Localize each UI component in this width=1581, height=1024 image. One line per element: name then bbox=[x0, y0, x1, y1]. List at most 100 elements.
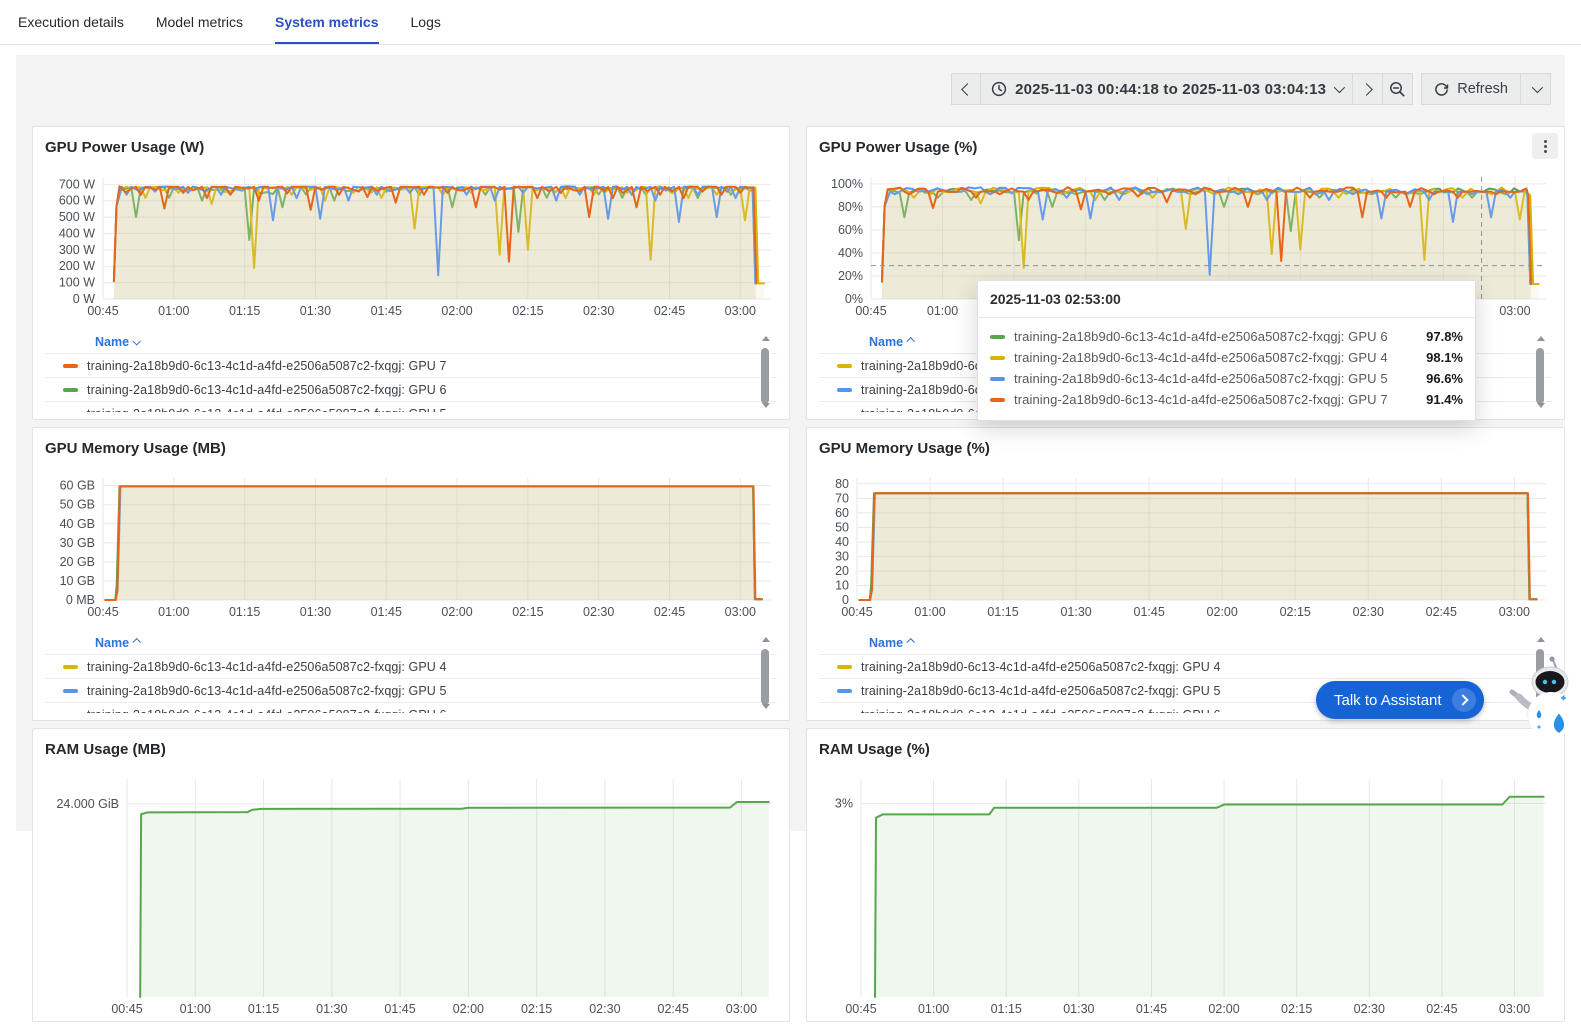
series-color-chip bbox=[837, 713, 852, 714]
kebab-menu-icon[interactable] bbox=[1532, 133, 1558, 159]
legend-row[interactable]: training-2a18b9d0-6c13-4c1d-a4fd-e2506a5… bbox=[45, 377, 777, 401]
series-color-chip bbox=[990, 335, 1005, 339]
legend-row[interactable]: training-2a18b9d0-6c13-4c1d-a4fd-e2506a5… bbox=[819, 654, 1552, 678]
tab-execution-details[interactable]: Execution details bbox=[18, 0, 124, 44]
sort-caret-icon bbox=[907, 638, 915, 646]
y-axis-tick-label: 80% bbox=[838, 200, 863, 214]
panel-title[interactable]: GPU Power Usage (W) bbox=[45, 137, 777, 159]
tooltip-series-value: 91.4% bbox=[1426, 392, 1463, 407]
x-axis-tick-label: 03:00 bbox=[725, 605, 756, 619]
series-color-chip bbox=[837, 412, 852, 413]
panel-title[interactable]: RAM Usage (MB) bbox=[45, 739, 777, 761]
sort-caret-icon bbox=[133, 638, 141, 646]
x-axis-tick-label: 02:00 bbox=[1208, 1002, 1239, 1016]
talk-to-assistant-button[interactable]: Talk to Assistant bbox=[1316, 681, 1484, 719]
tooltip-series-label: training-2a18b9d0-6c13-4c1d-a4fd-e2506a5… bbox=[1014, 329, 1388, 344]
zoom-out-icon bbox=[1389, 81, 1406, 98]
legend-row[interactable]: training-2a18b9d0-6c13-4c1d-a4fd-e2506a5… bbox=[45, 678, 777, 702]
tab-model-metrics[interactable]: Model metrics bbox=[156, 0, 243, 44]
legend-scrollbar[interactable] bbox=[760, 635, 771, 711]
series-color-chip bbox=[990, 356, 1005, 360]
time-shift-back-button[interactable] bbox=[951, 73, 981, 105]
legend-row[interactable]: training-2a18b9d0-6c13-4c1d-a4fd-e2506a5… bbox=[45, 353, 777, 377]
assistant-label: Talk to Assistant bbox=[1334, 692, 1442, 709]
legend-scrollbar[interactable] bbox=[760, 334, 771, 410]
legend-label: training-2a18b9d0-6c13-4c1d-a4fd-e2506a5… bbox=[861, 660, 1221, 674]
legend-scrollbar[interactable] bbox=[1535, 334, 1546, 410]
panel-title[interactable]: GPU Power Usage (%) bbox=[819, 137, 1552, 159]
x-axis-tick-label: 01:15 bbox=[229, 605, 260, 619]
chart-plot[interactable]: 24.000 GiB00:4501:0001:1501:3001:4502:00… bbox=[45, 773, 779, 1019]
y-axis-tick-label: 30 bbox=[835, 549, 849, 563]
scroll-up-icon[interactable] bbox=[1537, 336, 1545, 341]
tooltip-row: training-2a18b9d0-6c13-4c1d-a4fd-e2506a5… bbox=[990, 326, 1463, 347]
y-axis-tick-label: 40% bbox=[838, 246, 863, 260]
panel-title[interactable]: GPU Memory Usage (MB) bbox=[45, 438, 777, 460]
scroll-down-icon[interactable] bbox=[762, 403, 770, 408]
chart-plot[interactable]: 3%00:4501:0001:1501:3001:4502:0002:1502:… bbox=[819, 773, 1554, 1019]
zoom-out-time-button[interactable] bbox=[1383, 73, 1413, 105]
x-axis-tick-label: 00:45 bbox=[87, 304, 118, 318]
x-axis-tick-label: 03:00 bbox=[726, 1002, 757, 1016]
y-axis-tick-label: 20% bbox=[838, 269, 863, 283]
x-axis-tick-label: 02:30 bbox=[1354, 1002, 1385, 1016]
robot-mascot[interactable] bbox=[1498, 652, 1576, 744]
scroll-down-icon[interactable] bbox=[762, 704, 770, 709]
x-axis-tick-label: 00:45 bbox=[855, 304, 886, 318]
x-axis-tick-label: 03:00 bbox=[1499, 304, 1530, 318]
panel-title[interactable]: GPU Memory Usage (%) bbox=[819, 438, 1552, 460]
x-axis-tick-label: 01:15 bbox=[229, 304, 260, 318]
x-axis-tick-label: 02:45 bbox=[1426, 1002, 1457, 1016]
sort-caret-icon bbox=[907, 337, 915, 345]
chart-tooltip: 2025-11-03 02:53:00training-2a18b9d0-6c1… bbox=[977, 280, 1476, 421]
x-axis-tick-label: 01:15 bbox=[987, 605, 1018, 619]
chart-plot[interactable]: 0 MB10 GB20 GB30 GB40 GB50 GB60 GB00:450… bbox=[45, 472, 779, 622]
legend-sort-name[interactable]: Name bbox=[45, 332, 777, 353]
y-axis-tick-label: 20 GB bbox=[60, 555, 95, 569]
refresh-interval-dropdown[interactable] bbox=[1521, 73, 1551, 105]
chart-plot[interactable]: 0102030405060708000:4501:0001:1501:3001:… bbox=[819, 472, 1554, 622]
x-axis-tick-label: 01:15 bbox=[248, 1002, 279, 1016]
legend-label: training-2a18b9d0-6c13-4c1d-a4fd-e2506a5… bbox=[87, 359, 447, 373]
scrollbar-thumb[interactable] bbox=[761, 649, 769, 705]
series-color-chip bbox=[837, 689, 852, 693]
y-axis-tick-label: 500 W bbox=[59, 210, 95, 224]
chart-plot[interactable]: 0 W100 W200 W300 W400 W500 W600 W700 W00… bbox=[45, 171, 779, 321]
legend-row[interactable]: training-2a18b9d0-6c13-4c1d-a4fd-e2506a5… bbox=[45, 654, 777, 678]
scroll-down-icon[interactable] bbox=[1537, 403, 1545, 408]
tab-logs[interactable]: Logs bbox=[411, 0, 441, 44]
x-axis-tick-label: 03:00 bbox=[1499, 1002, 1530, 1016]
series-color-chip bbox=[63, 412, 78, 413]
series-color-chip bbox=[63, 689, 78, 693]
panel-gpu-power-w: GPU Power Usage (W) 0 W100 W200 W300 W400… bbox=[32, 126, 790, 420]
scroll-up-icon[interactable] bbox=[762, 336, 770, 341]
tooltip-row: training-2a18b9d0-6c13-4c1d-a4fd-e2506a5… bbox=[990, 389, 1463, 410]
scrollbar-thumb[interactable] bbox=[1536, 348, 1544, 404]
x-axis-tick-label: 02:00 bbox=[441, 304, 472, 318]
time-shift-forward-button[interactable] bbox=[1353, 73, 1383, 105]
time-range-picker-button[interactable]: 2025-11-03 00:44:18 to 2025-11-03 03:04:… bbox=[981, 73, 1353, 105]
legend-row[interactable]: training-2a18b9d0-6c13-4c1d-a4fd-e2506a5… bbox=[45, 401, 777, 412]
series-color-chip bbox=[63, 364, 78, 368]
refresh-button[interactable]: Refresh bbox=[1421, 73, 1521, 105]
x-axis-tick-label: 01:45 bbox=[1136, 1002, 1167, 1016]
y-axis-tick-label: 50 bbox=[835, 520, 849, 534]
scroll-up-icon[interactable] bbox=[1537, 637, 1545, 642]
tooltip-series-label: training-2a18b9d0-6c13-4c1d-a4fd-e2506a5… bbox=[1014, 392, 1388, 407]
tab-system-metrics[interactable]: System metrics bbox=[275, 0, 379, 44]
scroll-up-icon[interactable] bbox=[762, 637, 770, 642]
legend-sort-name[interactable]: Name bbox=[819, 633, 1552, 654]
time-toolbar: 2025-11-03 00:44:18 to 2025-11-03 03:04:… bbox=[951, 73, 1551, 105]
x-axis-tick-label: 01:00 bbox=[158, 605, 189, 619]
series-color-chip bbox=[990, 398, 1005, 402]
tooltip-row: training-2a18b9d0-6c13-4c1d-a4fd-e2506a5… bbox=[990, 368, 1463, 389]
x-axis-tick-label: 02:45 bbox=[654, 605, 685, 619]
legend-label: training-2a18b9d0-6c13-4c1d-a4fd-e2506a5… bbox=[87, 383, 447, 397]
legend-label: training-2a18b9d0-6c13-4c1d-a4fd-e2506a5… bbox=[861, 708, 1221, 714]
x-axis-tick-label: 02:45 bbox=[654, 304, 685, 318]
panel-title[interactable]: RAM Usage (%) bbox=[819, 739, 1552, 761]
scrollbar-thumb[interactable] bbox=[761, 348, 769, 404]
legend-row[interactable]: training-2a18b9d0-6c13-4c1d-a4fd-e2506a5… bbox=[45, 702, 777, 713]
legend-sort-name[interactable]: Name bbox=[45, 633, 777, 654]
x-axis-tick-label: 01:00 bbox=[158, 304, 189, 318]
